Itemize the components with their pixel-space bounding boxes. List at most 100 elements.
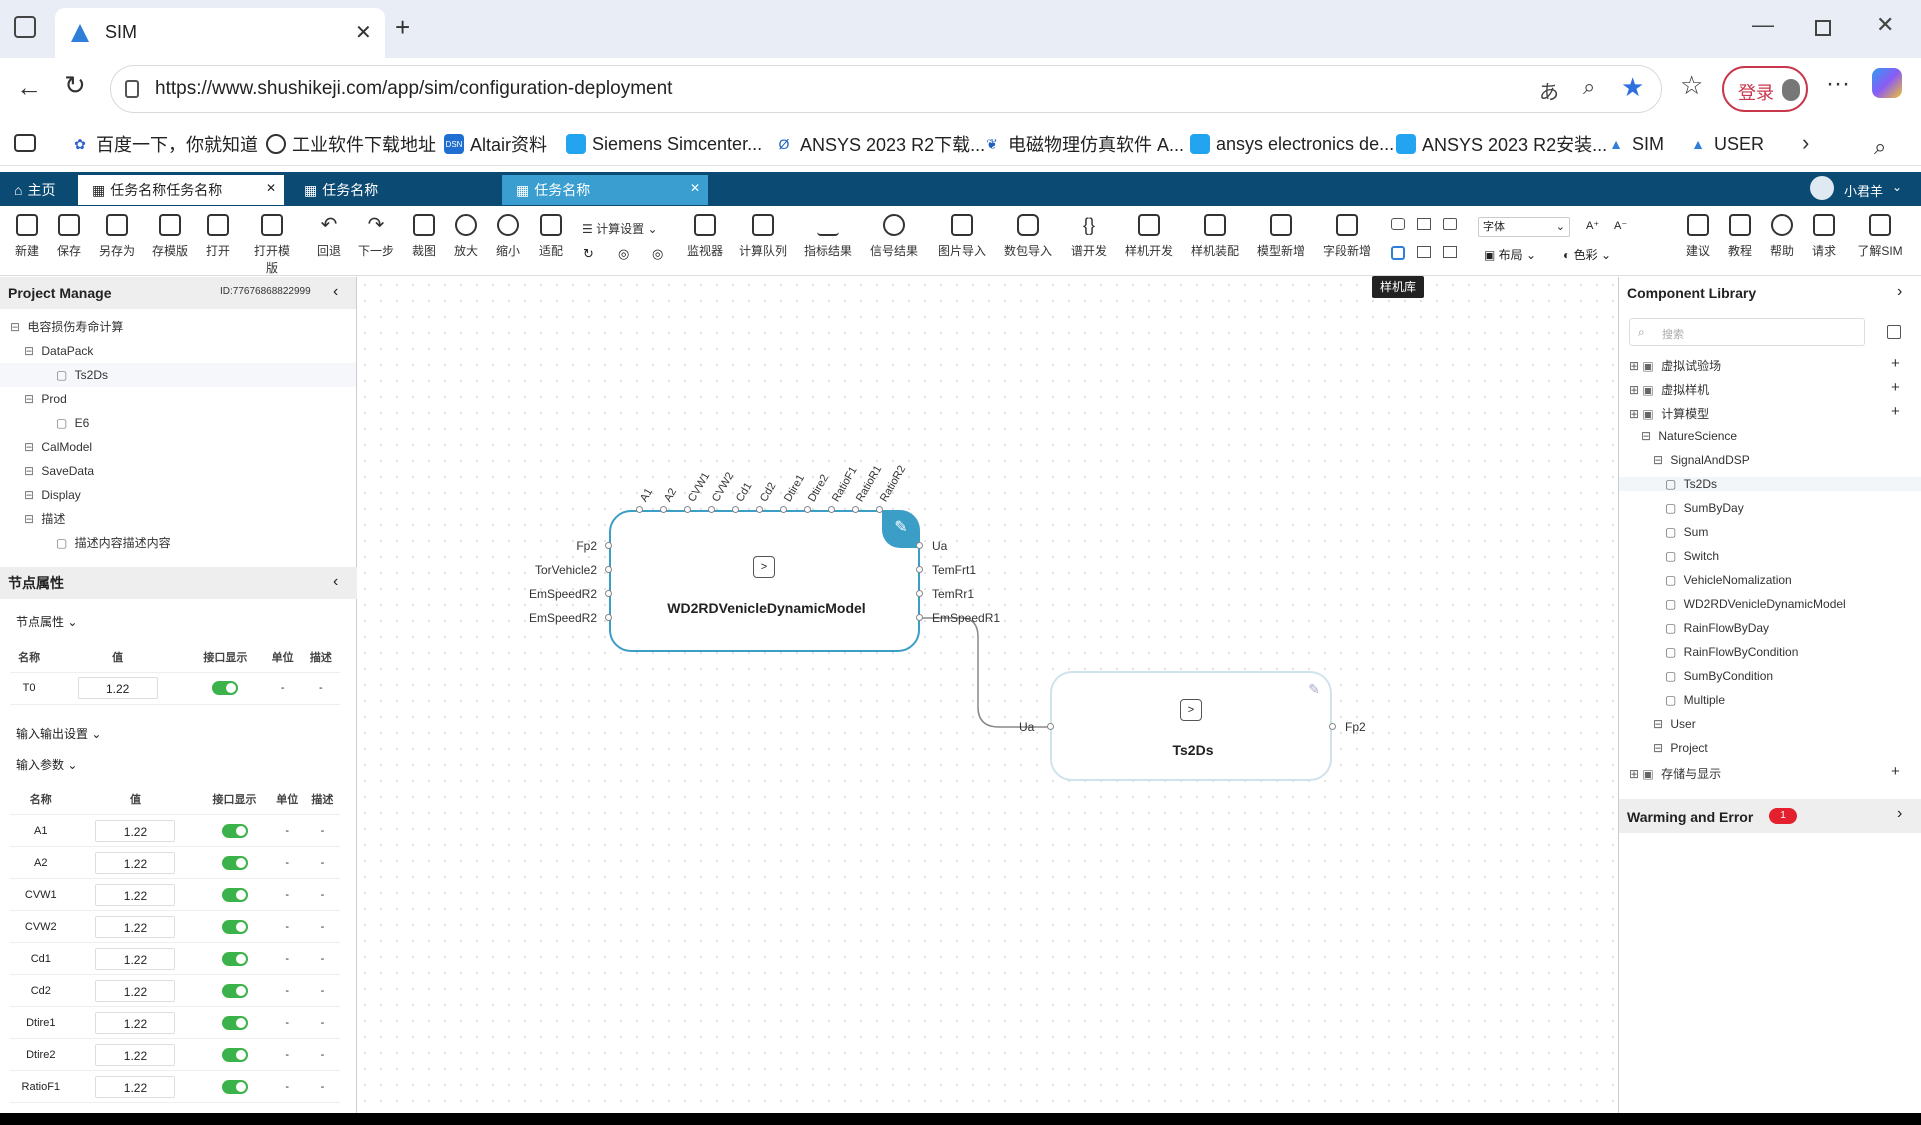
component-icon[interactable]: ▢ xyxy=(1665,477,1680,491)
chart-icon[interactable] xyxy=(1443,218,1457,230)
component-icon[interactable]: ▢ xyxy=(1665,549,1680,563)
value-input[interactable]: 1.22 xyxy=(95,851,176,874)
input-port[interactable] xyxy=(756,506,763,513)
save-button[interactable]: 保存 xyxy=(47,214,91,259)
close-tab-icon[interactable]: ✕ xyxy=(690,181,700,195)
category-icon[interactable]: ⊞ ▣ xyxy=(1629,767,1657,781)
output-port[interactable] xyxy=(916,590,923,597)
connection-line[interactable] xyxy=(919,617,1050,728)
interface-toggle[interactable] xyxy=(221,951,248,966)
signal-result-button[interactable]: 信号结果 xyxy=(866,214,922,259)
data-import-button[interactable]: 数包导入 xyxy=(1000,214,1056,259)
fit-button[interactable]: 适配 xyxy=(529,214,573,259)
warning-header[interactable]: Warming and Error 1 › xyxy=(1619,799,1921,833)
library-item[interactable]: ⊞ ▣ 存储与显示 xyxy=(1629,765,1721,782)
restore-icon[interactable] xyxy=(1815,20,1831,36)
bookmark-item[interactable]: Ø ANSYS 2023 R2下载... xyxy=(774,133,986,155)
collapse-icon[interactable]: ‹ xyxy=(333,573,338,591)
library-item[interactable]: ⊟ SignalAndDSP xyxy=(1653,453,1750,467)
cube-icon[interactable] xyxy=(1417,246,1431,258)
model-node-wd2rd[interactable]: ✎ > WD2RDVenicleDynamicModel xyxy=(609,510,920,652)
file-icon[interactable]: ▢ xyxy=(56,416,71,430)
interface-toggle[interactable] xyxy=(212,681,239,695)
library-item[interactable]: ▢ VehicleNomalization xyxy=(1665,573,1792,587)
expand-icon[interactable]: ⊟ xyxy=(1653,717,1666,731)
layout-dropdown[interactable]: ▣ 布局 ⌄ xyxy=(1484,246,1536,263)
login-button[interactable]: 登录 xyxy=(1722,66,1808,112)
tree-item[interactable]: ⊟ CalModel xyxy=(0,435,356,459)
panel-toggle-icon[interactable] xyxy=(1887,325,1901,339)
output-port[interactable] xyxy=(916,614,923,621)
component-icon[interactable]: ▢ xyxy=(1665,693,1680,707)
record-icon[interactable]: ◎ xyxy=(652,246,663,262)
library-item[interactable]: ⊟ Project xyxy=(1653,741,1708,755)
tree-item[interactable]: ▢ 描述内容描述内容 xyxy=(0,531,356,555)
value-input[interactable]: 1.22 xyxy=(95,883,176,906)
component-icon[interactable]: ▢ xyxy=(1665,525,1680,539)
add-icon[interactable]: + xyxy=(1891,355,1900,372)
input-port[interactable] xyxy=(605,590,612,597)
zoom-in-button[interactable]: 放大 xyxy=(444,214,488,259)
close-tab-icon[interactable]: ✕ xyxy=(355,20,372,45)
input-port[interactable] xyxy=(605,542,612,549)
value-input[interactable]: 1.22 xyxy=(95,915,176,938)
library-item[interactable]: ⊟ NatureScience xyxy=(1641,429,1737,443)
bookmark-item[interactable]: ❦ 电磁物理仿真软件 A... xyxy=(982,133,1184,155)
output-port[interactable] xyxy=(916,566,923,573)
interface-toggle[interactable] xyxy=(221,919,248,934)
output-port[interactable] xyxy=(1329,723,1336,730)
value-input[interactable]: 1.22 xyxy=(95,819,176,842)
favorites-icon[interactable]: ☆ xyxy=(1680,70,1703,101)
interface-toggle[interactable] xyxy=(221,983,248,998)
chevron-down-icon[interactable]: ⌄ xyxy=(1892,180,1902,194)
interface-toggle[interactable] xyxy=(221,1047,248,1062)
input-port[interactable] xyxy=(828,506,835,513)
expand-icon[interactable]: ⊟ xyxy=(24,392,37,406)
bookmark-item[interactable]: ansys electronics de... xyxy=(1190,133,1394,155)
chevron-right-icon[interactable]: › xyxy=(1802,130,1809,156)
interface-toggle[interactable] xyxy=(221,1079,248,1094)
value-input[interactable]: 1.22 xyxy=(77,677,158,699)
user-name[interactable]: 小君羊 xyxy=(1844,181,1883,200)
tree-item[interactable]: ⊟ 电容损伤寿命计算 xyxy=(0,315,356,339)
search-icon[interactable]: ⌕ xyxy=(1874,134,1886,160)
monitor-button[interactable]: 监视器 xyxy=(680,214,730,259)
bookmark-item[interactable]: Siemens Simcenter... xyxy=(566,133,762,155)
stop-icon[interactable]: ◎ xyxy=(618,246,629,262)
site-info-icon[interactable] xyxy=(125,80,139,98)
tab-home[interactable]: ⌂ 主页 xyxy=(0,175,74,205)
expand-icon[interactable]: ⊟ xyxy=(24,440,37,454)
tree-item[interactable]: ⊟ Prod xyxy=(0,387,356,411)
add-icon[interactable]: + xyxy=(1891,379,1900,396)
model-node-ts2ds[interactable]: ✎ > Ts2Ds xyxy=(1050,671,1332,781)
save-template-button[interactable]: 存模版 xyxy=(148,214,192,259)
tree-item[interactable]: ⊟ Display xyxy=(0,483,356,507)
pin-icon[interactable]: ✎ xyxy=(882,510,920,548)
component-icon[interactable]: ▢ xyxy=(1665,573,1680,587)
expand-icon[interactable]: ⊟ xyxy=(24,464,37,478)
flow-canvas[interactable]: ✎ > WD2RDVenicleDynamicModel A1 A2 CVW1 CVW… xyxy=(357,277,1618,1113)
tab-task-1[interactable]: ▦ 任务名称任务名称 ✕ xyxy=(78,175,284,205)
expand-icon[interactable]: ⊟ xyxy=(24,488,37,502)
font-select[interactable]: 字体 ⌄ xyxy=(1478,217,1570,237)
bookmark-item[interactable]: ✿ 百度一下，你就知道 xyxy=(70,133,258,155)
close-window-icon[interactable]: ✕ xyxy=(1876,12,1894,38)
tutorial-button[interactable]: 教程 xyxy=(1718,214,1762,259)
component-icon[interactable]: ▢ xyxy=(1665,645,1680,659)
open-template-button[interactable]: 打开模版 xyxy=(250,214,294,276)
save-as-button[interactable]: 另存为 xyxy=(95,214,139,259)
index-result-button[interactable]: 指标结果 xyxy=(800,214,856,259)
interface-toggle[interactable] xyxy=(221,855,248,870)
expand-icon[interactable]: ⊟ xyxy=(1653,453,1666,467)
open-button[interactable]: 打开 xyxy=(196,214,240,259)
database-icon[interactable] xyxy=(1417,218,1431,230)
bookmark-item[interactable]: ANSYS 2023 R2安装... xyxy=(1396,133,1607,155)
tree-item[interactable]: ⊟ SaveData xyxy=(0,459,356,483)
section-io-settings[interactable]: 输入输出设置 ⌄ xyxy=(10,725,347,742)
tree-item[interactable]: ⊟ 描述 xyxy=(0,507,356,531)
grid-icon[interactable] xyxy=(1443,246,1457,258)
value-input[interactable]: 1.22 xyxy=(95,1011,176,1034)
avatar[interactable] xyxy=(1810,176,1834,200)
input-port[interactable] xyxy=(708,506,715,513)
input-port[interactable] xyxy=(636,506,643,513)
